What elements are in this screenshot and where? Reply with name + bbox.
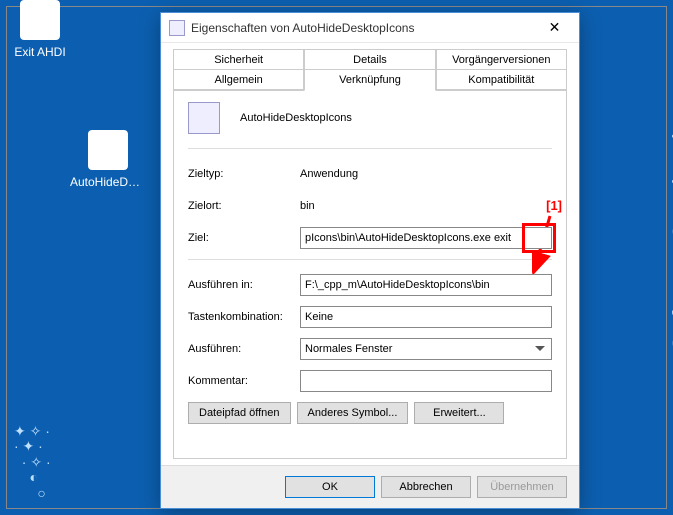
window-title: Eigenschaften von AutoHideDesktopIcons (191, 21, 532, 35)
shortcut-name: AutoHideDesktopIcons (240, 112, 352, 124)
tab-panel: [1] AutoHideDesktopIcons Zieltyp: Anwend… (173, 89, 567, 459)
close-button[interactable]: ✕ (532, 13, 577, 43)
ausfuehren-select[interactable]: Normales Fenster (300, 338, 552, 360)
app-icon (188, 102, 220, 134)
titlebar-icon (169, 20, 185, 36)
desktop-icon-exit-ahdi[interactable]: Exit AHDI (0, 0, 80, 60)
abbrechen-button[interactable]: Abbrechen (381, 476, 471, 498)
desktop-icon-autohide[interactable]: AutoHideDesktopI... (68, 130, 148, 190)
watermark-text: www.SoftwareOK.de :-) (667, 128, 673, 419)
titlebar: Eigenschaften von AutoHideDesktopIcons ✕ (161, 13, 579, 43)
label-ausfuehren: Ausführen: (188, 343, 300, 355)
anderes-symbol-button[interactable]: Anderes Symbol... (297, 402, 409, 424)
label-zielort: Zielort: (188, 200, 300, 212)
ausfuehren-in-input[interactable] (300, 274, 552, 296)
uebernehmen-button[interactable]: Übernehmen (477, 476, 567, 498)
tab-sicherheit[interactable]: Sicherheit (173, 49, 304, 70)
value-zielort: bin (300, 200, 552, 212)
app-icon (88, 130, 128, 170)
tab-kompatibilitaet[interactable]: Kompatibilität (436, 69, 567, 91)
desktop-icon-label: AutoHideDesktopI... (68, 174, 148, 190)
label-ziel: Ziel: (188, 232, 300, 244)
properties-dialog: Eigenschaften von AutoHideDesktopIcons ✕… (160, 12, 580, 509)
app-icon (20, 0, 60, 40)
label-ausfuehren-in: Ausführen in: (188, 279, 300, 291)
erweitert-button[interactable]: Erweitert... (414, 402, 504, 424)
label-kommentar: Kommentar: (188, 375, 300, 387)
dateipfad-button[interactable]: Dateipfad öffnen (188, 402, 291, 424)
dialog-button-row: OK Abbrechen Übernehmen (161, 465, 579, 508)
tab-details[interactable]: Details (304, 49, 435, 70)
desktop-icon-label: Exit AHDI (0, 44, 80, 60)
label-zieltyp: Zieltyp: (188, 168, 300, 180)
desktop-decoration: ✦ ✧ ·· ✦ · · ✧ · ◐ ○ (14, 424, 144, 501)
label-tastenkombination: Tastenkombination: (188, 311, 300, 323)
value-zieltyp: Anwendung (300, 168, 552, 180)
ziel-input[interactable] (300, 227, 552, 249)
tab-vorgaengerversionen[interactable]: Vorgängerversionen (436, 49, 567, 70)
tab-strip: Sicherheit Details Vorgängerversionen Al… (173, 49, 567, 90)
tastenkombination-input[interactable] (300, 306, 552, 328)
tab-allgemein[interactable]: Allgemein (173, 69, 304, 91)
ok-button[interactable]: OK (285, 476, 375, 498)
tab-verknuepfung[interactable]: Verknüpfung (304, 69, 435, 91)
divider (188, 148, 552, 149)
kommentar-input[interactable] (300, 370, 552, 392)
shortcut-header: AutoHideDesktopIcons (188, 102, 552, 134)
dialog-content: Sicherheit Details Vorgängerversionen Al… (161, 43, 579, 465)
divider (188, 259, 552, 260)
